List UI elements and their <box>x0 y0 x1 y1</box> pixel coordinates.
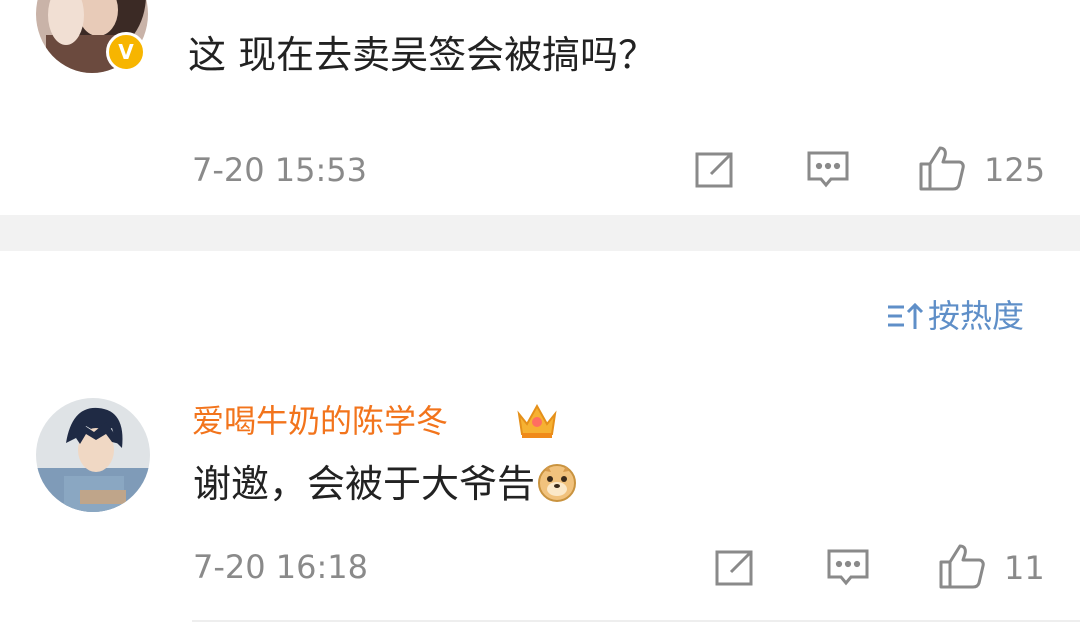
verified-badge: V <box>106 32 146 72</box>
comment-timestamp: 7-20 16:18 <box>193 548 369 586</box>
section-divider <box>0 215 1080 251</box>
sort-icon <box>886 301 924 331</box>
crown-icon <box>515 400 559 440</box>
share-icon[interactable] <box>693 150 735 190</box>
like-count: 125 <box>984 151 1046 189</box>
doge-emoji-icon <box>537 463 577 503</box>
comment-icon[interactable] <box>806 150 850 190</box>
avatar[interactable] <box>36 398 150 512</box>
comment-text: 谢邀，会被于大爷告 <box>193 462 577 506</box>
comment-icon[interactable] <box>826 548 870 588</box>
comment-card-top: V 这 现在去卖吴签会被搞吗？ 7-20 15:53 125 <box>0 0 1080 215</box>
like-icon[interactable] <box>938 542 986 590</box>
comment-text-content: 谢邀，会被于大爷告 <box>193 462 536 506</box>
comment-username[interactable]: 爱喝牛奶的陈学冬 <box>192 401 448 441</box>
bottom-divider <box>192 620 1080 622</box>
share-icon[interactable] <box>713 548 755 588</box>
sort-by-hot-button[interactable]: 按热度 <box>886 296 1024 336</box>
like-icon[interactable] <box>918 144 966 192</box>
sort-label: 按热度 <box>928 297 1025 335</box>
comment-text: 这 现在去卖吴签会被搞吗？ <box>188 33 657 77</box>
comment-timestamp: 7-20 15:53 <box>192 151 368 189</box>
like-count: 11 <box>1004 549 1045 587</box>
